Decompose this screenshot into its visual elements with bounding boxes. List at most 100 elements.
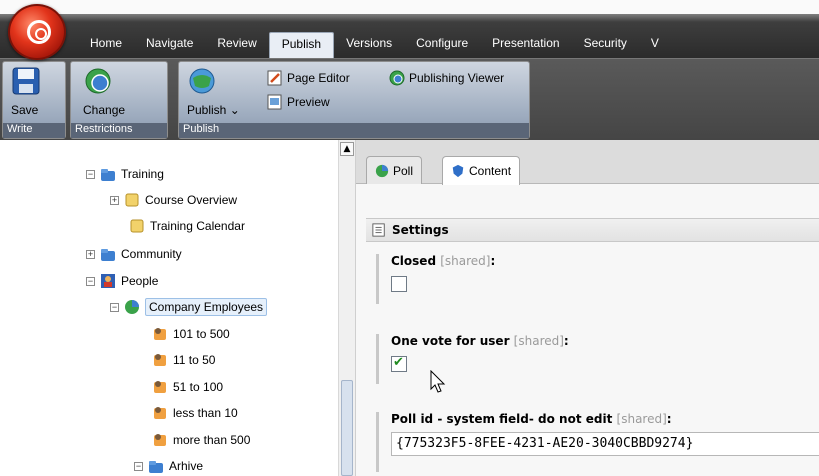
poll-id-field-label: Poll id - system field- do not edit [sha…: [391, 412, 819, 426]
expand-icon[interactable]: +: [110, 195, 119, 205]
editor-tab-strip: Poll Content: [356, 140, 819, 185]
publish-group-label: Publish: [179, 123, 529, 138]
tree-node-label: 51 to 100: [173, 380, 224, 394]
poll-option-icon: [154, 381, 166, 393]
tree-node-training-calendar[interactable]: Training Calendar: [129, 216, 245, 236]
tree-node-label: Arhive: [169, 459, 204, 473]
folder-icon: [101, 249, 115, 261]
tab-poll[interactable]: Poll: [366, 156, 423, 184]
collapse-icon[interactable]: −: [134, 461, 143, 471]
tab-poll-label: Poll: [393, 163, 414, 178]
tree-node-label: Training Calendar: [150, 219, 245, 233]
tree-node-arhive[interactable]: − Arhive: [134, 456, 203, 476]
tab-review[interactable]: Review: [205, 32, 268, 58]
tree-node-training[interactable]: − Training: [86, 164, 164, 184]
poll-option-icon: [154, 354, 166, 366]
tree-node-label: 101 to 500: [173, 327, 230, 341]
write-group-label: Write: [3, 123, 65, 138]
save-label: Save: [11, 103, 39, 117]
write-group: Save Write: [2, 61, 66, 139]
ribbon-panel: Save Write Change Restrictions Publish ⌄…: [0, 58, 819, 140]
tab-content-label: Content: [469, 164, 512, 178]
restrictions-group-label: Restrictions: [71, 123, 167, 138]
change-restrictions-button[interactable]: Change: [83, 66, 125, 117]
application-menu-button[interactable]: [8, 4, 66, 60]
closed-field-label: Closed [shared]:: [391, 254, 819, 268]
publish-dropdown-button[interactable]: Publish ⌄: [187, 66, 240, 117]
tab-configure[interactable]: Configure: [404, 32, 480, 58]
tree-node-course-overview[interactable]: + Course Overview: [110, 190, 237, 210]
shared-tag: [shared]: [440, 254, 491, 268]
shared-tag: [shared]: [513, 334, 564, 348]
tab-versions[interactable]: Versions: [334, 32, 404, 58]
preview-label: Preview: [287, 95, 330, 109]
field-colon: :: [490, 254, 496, 268]
field-name: Poll id - system field- do not edit: [391, 412, 613, 426]
poll-option-icon: [154, 328, 166, 340]
mouse-pointer-icon: [430, 370, 446, 393]
poll-option-icon: [154, 434, 166, 446]
poll-icon: [125, 300, 139, 314]
page-editor-button[interactable]: Page Editor: [267, 70, 350, 86]
closed-field: Closed [shared]:: [376, 254, 819, 304]
tab-home[interactable]: Home: [78, 32, 134, 58]
people-icon: [101, 274, 115, 288]
ribbon-tab-bar: Home Navigate Review Publish Versions Co…: [0, 0, 819, 60]
tree-node-label: People: [121, 274, 159, 288]
preview-button[interactable]: Preview: [267, 94, 330, 110]
save-icon: [12, 67, 40, 95]
globe-clock-icon: [85, 68, 111, 94]
ribbon-tabs: Home Navigate Review Publish Versions Co…: [78, 32, 671, 58]
publishing-viewer-button[interactable]: Publishing Viewer: [389, 70, 504, 86]
shared-tag: [shared]: [616, 412, 667, 426]
tab-content[interactable]: Content: [442, 156, 521, 185]
app-logo-icon: [27, 20, 51, 44]
tree-node-more-than-500[interactable]: more than 500: [152, 430, 250, 450]
collapse-icon[interactable]: −: [86, 169, 95, 179]
tree-node-label: Company Employees: [145, 298, 268, 316]
page-editor-label: Page Editor: [287, 71, 350, 85]
settings-list-icon: [372, 223, 385, 237]
poll-id-field: Poll id - system field- do not edit [sha…: [376, 412, 819, 472]
content-tree: − Training + Course Overview Training Ca…: [0, 140, 338, 476]
content-shield-icon: [452, 164, 464, 178]
tab-publish[interactable]: Publish: [268, 32, 335, 58]
folder-icon: [149, 461, 163, 473]
preview-icon: [267, 94, 282, 110]
collapse-icon[interactable]: −: [86, 276, 95, 286]
tree-scrollbar[interactable]: ▲: [338, 140, 355, 476]
tab-presentation[interactable]: Presentation: [480, 32, 571, 58]
expand-icon[interactable]: +: [86, 249, 95, 259]
tree-node-label: Community: [121, 247, 182, 261]
publish-label-row: Publish ⌄: [187, 103, 240, 117]
tree-node-11-to-50[interactable]: 11 to 50: [152, 350, 215, 370]
tree-node-101-to-500[interactable]: 101 to 500: [152, 324, 230, 344]
one-vote-checkbox[interactable]: [391, 355, 407, 372]
settings-section-title: Settings: [392, 223, 449, 237]
tab-security[interactable]: Security: [572, 32, 639, 58]
tree-node-51-to-100[interactable]: 51 to 100: [152, 377, 223, 397]
field-name: One vote for user: [391, 334, 510, 348]
tree-node-label: Training: [121, 167, 164, 181]
tab-navigate[interactable]: Navigate: [134, 32, 205, 58]
restrictions-group: Change Restrictions: [70, 61, 168, 139]
tree-node-label: more than 500: [173, 433, 251, 447]
tree-node-less-than-10[interactable]: less than 10: [152, 403, 238, 423]
change-label: Change: [83, 103, 126, 117]
settings-section-header[interactable]: Settings: [366, 218, 819, 242]
scroll-thumb[interactable]: [341, 380, 353, 476]
save-button[interactable]: Save: [11, 66, 41, 117]
folder-icon: [101, 169, 115, 181]
tree-node-community[interactable]: + Community: [86, 244, 182, 264]
tree-node-label: Course Overview: [145, 193, 238, 207]
title-strip: [0, 0, 819, 14]
poll-id-value[interactable]: {775323F5-8FEE-4231-AE20-3040CBBD9274}: [391, 432, 819, 456]
tree-node-people[interactable]: − People: [86, 271, 158, 291]
collapse-icon[interactable]: −: [110, 302, 119, 312]
closed-checkbox[interactable]: [391, 276, 407, 292]
publish-globe-icon: [189, 68, 215, 94]
scroll-up-icon[interactable]: ▲: [340, 142, 354, 156]
tree-node-company-employees[interactable]: − Company Employees: [110, 297, 268, 317]
tab-overflow[interactable]: V: [639, 32, 671, 58]
chevron-down-icon: ⌄: [229, 103, 240, 117]
